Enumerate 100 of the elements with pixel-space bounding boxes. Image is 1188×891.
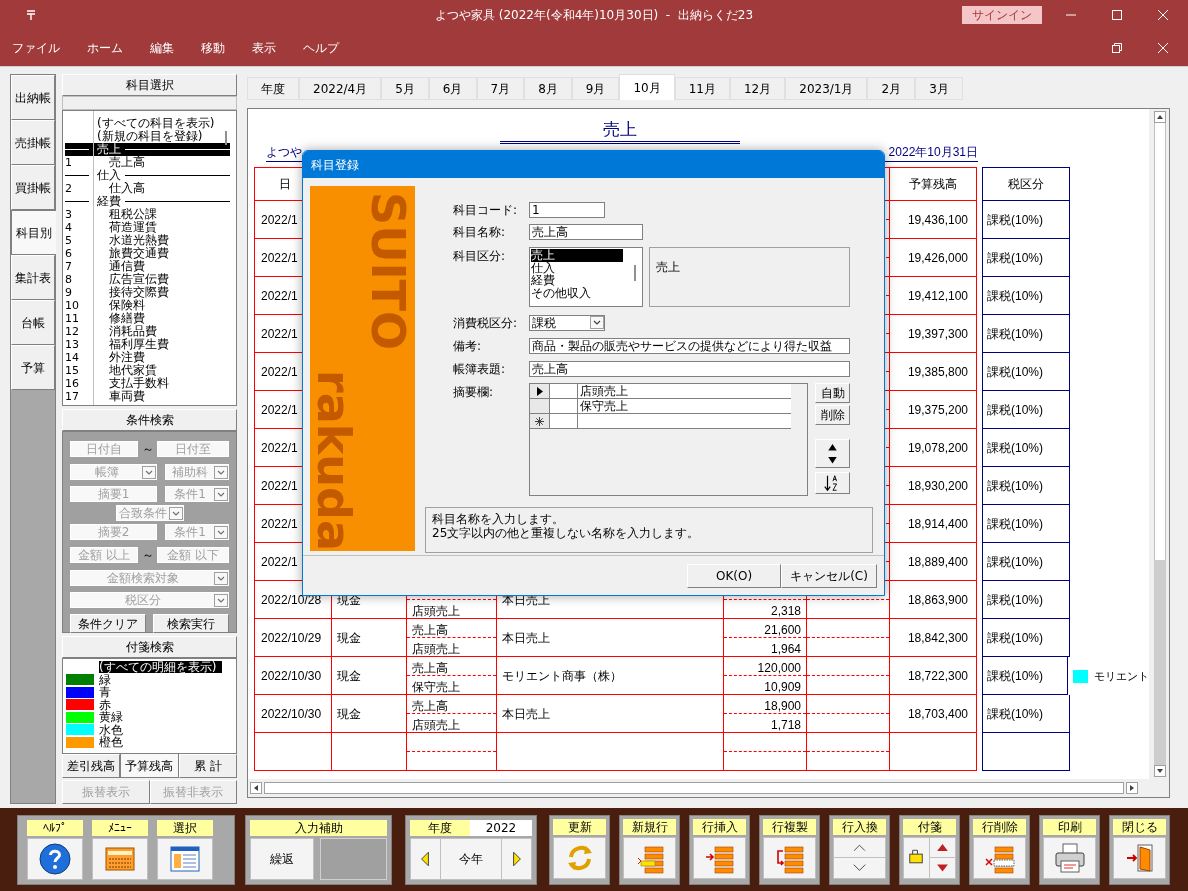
- tag-item[interactable]: 青: [63, 686, 236, 699]
- row-selector[interactable]: [530, 414, 550, 428]
- account-item[interactable]: 2 仕入高: [65, 182, 230, 195]
- category-item[interactable]: 仕入: [65, 169, 230, 182]
- account-item[interactable]: 3 租税公課: [65, 208, 230, 221]
- side-tab[interactable]: 集計表: [11, 255, 55, 300]
- period-tab[interactable]: 5月: [381, 77, 429, 100]
- side-tab[interactable]: 出納帳: [11, 75, 55, 120]
- account-list[interactable]: (すべての科目を表示) (新規の科目を登録) 売上 1 売上高 仕入 2 仕入高 経費 3 租税公課 4 荷造運賃 5 水道光熱費 6 旅費交通費 7 通信費 8 広告宣伝費 9 接待交際費 10 保険料 11 修繕費 12 消耗品費 13 福利厚生費 14 外注費 15 地代家賃 16 支払手数料 17 車両費: [62, 110, 237, 406]
- period-tab[interactable]: 7月: [476, 77, 525, 100]
- toolbar-button[interactable]: [1043, 836, 1096, 879]
- list-item[interactable]: (すべての科目を表示): [63, 117, 228, 130]
- category-listbox[interactable]: 売上 仕入 経費 その他収入: [529, 247, 643, 307]
- grid-cell[interactable]: [550, 414, 578, 428]
- side-tab[interactable]: 予算: [11, 345, 55, 390]
- account-item[interactable]: 11 修繕費: [65, 312, 230, 325]
- menu-item[interactable]: 編集: [140, 39, 184, 57]
- period-tab[interactable]: 2月: [867, 77, 916, 100]
- grid-cell[interactable]: [550, 384, 578, 398]
- category-item[interactable]: 売上: [65, 143, 230, 156]
- period-tab[interactable]: 3月: [915, 77, 963, 100]
- scrollbar-thumb[interactable]: [1153, 560, 1166, 765]
- sign-in-button[interactable]: サインイン: [962, 6, 1042, 24]
- side-tab[interactable]: 科目別: [11, 210, 56, 255]
- row-selector[interactable]: [530, 384, 550, 398]
- account-item[interactable]: 12 消耗品費: [65, 325, 230, 338]
- period-tab[interactable]: 12月: [730, 77, 786, 100]
- period-tab[interactable]: 2022/4月: [299, 77, 382, 100]
- account-item[interactable]: 14 外注費: [65, 351, 230, 364]
- account-item[interactable]: 9 接待交際費: [65, 286, 230, 299]
- summary-cell[interactable]: 店頭売上: [578, 384, 791, 398]
- summary-cell[interactable]: 保守売上: [578, 399, 791, 413]
- tag-item[interactable]: 黄緑: [63, 711, 236, 724]
- tag-item[interactable]: 橙色: [63, 736, 236, 749]
- restore-icon[interactable]: [1112, 43, 1122, 53]
- category-option[interactable]: その他収入: [531, 286, 623, 299]
- account-item[interactable]: 15 地代家賃: [65, 364, 230, 377]
- ok-button[interactable]: OK(O): [687, 563, 781, 588]
- account-item[interactable]: 13 福利厚生費: [65, 338, 230, 351]
- summary-grid[interactable]: 店頭売上 保守売上: [529, 383, 808, 496]
- scroll-left-icon[interactable]: [250, 782, 262, 794]
- account-item[interactable]: 5 水道光熱費: [65, 234, 230, 247]
- period-tab[interactable]: 6月: [428, 77, 477, 100]
- sort-icon[interactable]: [815, 472, 850, 494]
- account-item[interactable]: 7 通信費: [65, 260, 230, 273]
- menu-item[interactable]: ホーム: [77, 39, 133, 57]
- account-item[interactable]: 10 保険料: [65, 299, 230, 312]
- toolbar-button[interactable]: [157, 837, 213, 880]
- category-option[interactable]: 経費: [531, 274, 623, 287]
- period-tab[interactable]: 年度: [247, 77, 299, 100]
- account-item[interactable]: 8 広告宣伝費: [65, 273, 230, 286]
- scroll-right-icon[interactable]: [1126, 782, 1138, 794]
- period-tab[interactable]: 11月: [674, 77, 730, 100]
- tag-list[interactable]: (すべての明細を表示) 緑 青 赤 黄緑 水色 橙色: [62, 658, 237, 754]
- period-tab[interactable]: 2023/1月: [785, 77, 868, 100]
- period-tab[interactable]: 9月: [571, 77, 620, 100]
- scroll-down-icon[interactable]: [1153, 765, 1166, 777]
- menu-item[interactable]: ファイル: [2, 39, 70, 57]
- toolbar-button[interactable]: [27, 837, 83, 880]
- scroll-up-icon[interactable]: [1153, 111, 1166, 123]
- name-field[interactable]: 売上高: [529, 224, 643, 240]
- code-field[interactable]: 1: [529, 202, 605, 218]
- menu-item[interactable]: 表示: [242, 39, 286, 57]
- tag-item[interactable]: 赤: [63, 698, 236, 711]
- account-item[interactable]: 4 荷造運賃: [65, 221, 230, 234]
- category-option[interactable]: 仕入: [531, 261, 623, 274]
- balance-tab[interactable]: 予算残高: [120, 754, 179, 778]
- year-field[interactable]: 2022: [470, 819, 532, 836]
- grid-button[interactable]: 自動: [815, 383, 850, 403]
- side-tab[interactable]: 買掛帳: [11, 165, 55, 210]
- side-tab[interactable]: 台帳: [11, 300, 55, 345]
- balance-tab[interactable]: 差引残高: [62, 754, 121, 778]
- grid-cell[interactable]: [550, 399, 578, 413]
- toolbar-button[interactable]: [1113, 836, 1166, 879]
- toolbar-button[interactable]: [763, 836, 816, 879]
- toolbar-button[interactable]: [92, 837, 148, 880]
- grid-button[interactable]: 削除: [815, 405, 850, 425]
- grid-cell[interactable]: [578, 414, 791, 428]
- scrollbar-thumb[interactable]: [264, 782, 1124, 794]
- tag-item[interactable]: 緑: [63, 673, 236, 686]
- category-option[interactable]: 売上: [531, 249, 623, 262]
- account-item[interactable]: 1 売上高: [65, 156, 230, 169]
- book-title-field[interactable]: 売上高: [529, 360, 850, 377]
- side-tab[interactable]: 売掛帳: [11, 120, 55, 165]
- period-tab[interactable]: 10月: [619, 74, 675, 100]
- menu-item[interactable]: ヘルプ: [293, 39, 349, 57]
- cancel-button[interactable]: キャンセル(C): [781, 563, 877, 588]
- account-item[interactable]: 6 旅費交通費: [65, 247, 230, 260]
- note-field[interactable]: 商品・製品の販売やサービスの提供などにより得た収益: [529, 337, 850, 354]
- list-item[interactable]: (新規の科目を登録): [63, 130, 228, 143]
- menu-item[interactable]: 移動: [191, 39, 235, 57]
- repeat-button[interactable]: 繰返: [250, 837, 314, 880]
- close-icon[interactable]: [1158, 10, 1168, 20]
- account-item[interactable]: 16 支払手数料: [65, 377, 230, 390]
- period-tab[interactable]: 8月: [524, 77, 572, 100]
- balance-tab[interactable]: 累 計: [178, 754, 237, 778]
- maximize-icon[interactable]: [1112, 10, 1122, 20]
- toolbar-button[interactable]: [973, 836, 1026, 879]
- tag-item[interactable]: 水色: [63, 723, 236, 736]
- tax-select[interactable]: 課税: [529, 314, 605, 331]
